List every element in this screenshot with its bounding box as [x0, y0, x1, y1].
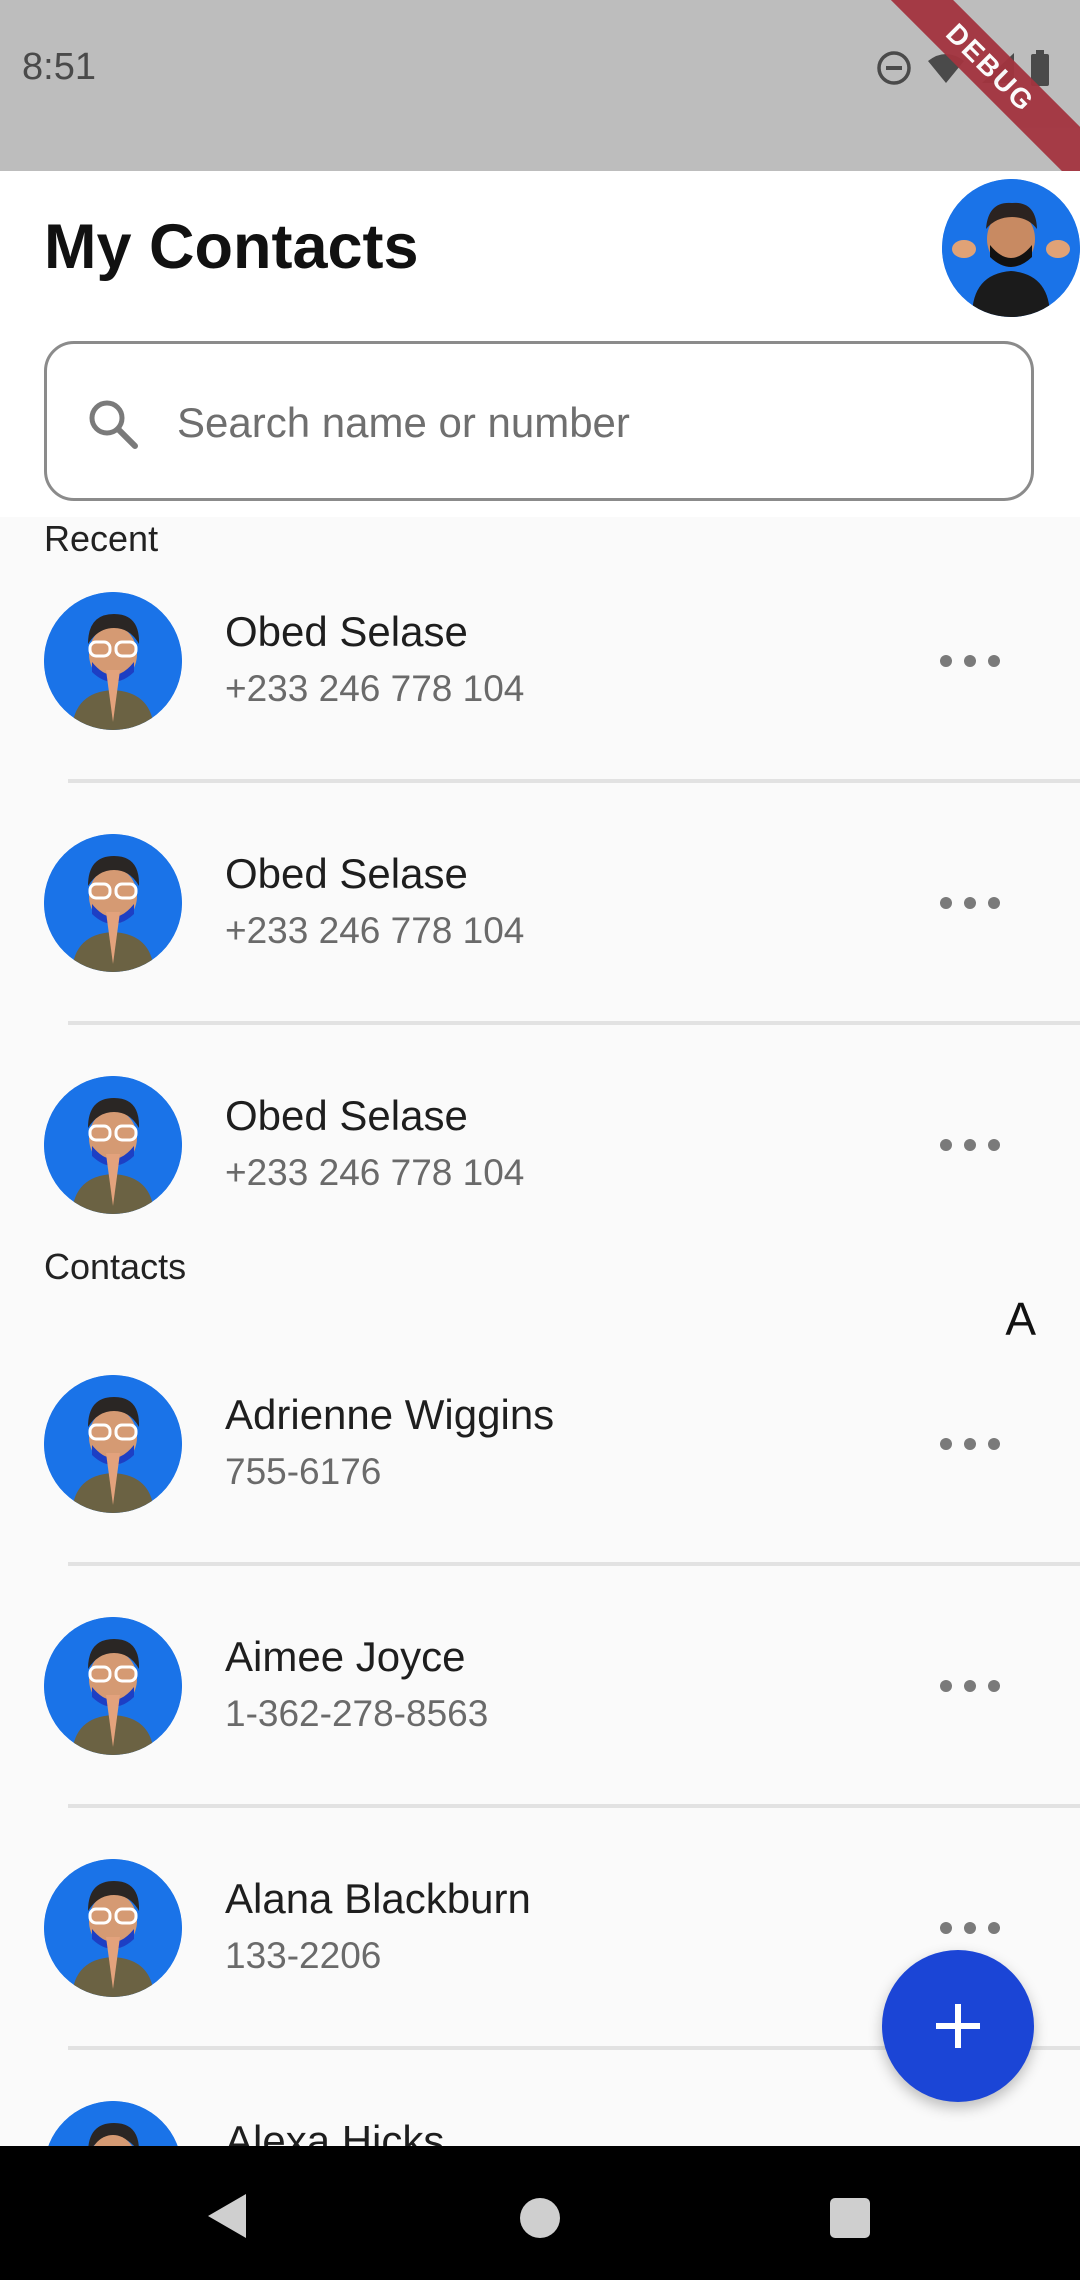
row-divider [68, 779, 1080, 783]
more-options-icon[interactable] [940, 1909, 1000, 1947]
avatar-memoji-icon [44, 1617, 182, 1755]
recent-contact-row[interactable]: Obed Selase +233 246 778 104 [0, 1076, 1080, 1236]
avatar-memoji-icon [44, 1375, 182, 1513]
avatar-memoji-icon [44, 834, 182, 972]
add-contact-button[interactable] [882, 1950, 1034, 2102]
avatar-memoji-icon [44, 1859, 182, 1997]
contact-avatar [44, 1076, 182, 1214]
contact-name: Obed Selase [225, 1092, 468, 1139]
row-divider [68, 1804, 1080, 1808]
debug-banner: DEBUG [868, 0, 1080, 190]
more-options-icon[interactable] [940, 1667, 1000, 1705]
contact-name: Adrienne Wiggins [225, 1391, 555, 1438]
contact-avatar [44, 1859, 182, 1997]
recent-contact-row[interactable]: Obed Selase +233 246 778 104 [0, 834, 1080, 994]
contact-name: Alana Blackburn [225, 1875, 531, 1922]
search-input[interactable] [175, 374, 999, 472]
more-options-icon[interactable] [940, 1126, 1000, 1164]
status-time: 8:51 [22, 46, 96, 88]
more-options-icon[interactable] [940, 642, 1000, 680]
contact-phone: +233 246 778 104 [225, 668, 525, 709]
more-options-icon[interactable] [940, 884, 1000, 922]
contact-name: Obed Selase [225, 850, 468, 897]
page-title: My Contacts [44, 212, 419, 282]
contact-avatar [44, 592, 182, 730]
plus-icon [936, 2004, 980, 2048]
contact-row[interactable]: Aimee Joyce 1-362-278-8563 [0, 1617, 1080, 1777]
contact-avatar [44, 1375, 182, 1513]
system-nav-bar [0, 2146, 1080, 2280]
back-triangle-icon[interactable] [206, 2192, 248, 2240]
recent-contact-row[interactable]: Obed Selase +233 246 778 104 [0, 592, 1080, 752]
more-options-icon[interactable] [940, 1425, 1000, 1463]
contact-phone: +233 246 778 104 [225, 1152, 525, 1193]
search-box[interactable] [44, 341, 1034, 501]
app-header: My Contacts [0, 171, 1080, 517]
contact-phone: +233 246 778 104 [225, 910, 525, 951]
contact-phone: 755-6176 [225, 1451, 382, 1492]
contact-row[interactable]: Adrienne Wiggins 755-6176 [0, 1375, 1080, 1535]
contacts-section-label: Contacts [44, 1246, 187, 1287]
do-not-disturb-icon [877, 51, 911, 85]
row-divider [68, 1562, 1080, 1566]
avatar-memoji-icon [44, 592, 182, 730]
contact-name: Obed Selase [225, 608, 468, 655]
row-divider [68, 1021, 1080, 1025]
profile-avatar[interactable] [942, 179, 1080, 317]
contact-phone: 133-2206 [225, 1935, 382, 1976]
recent-section-label: Recent [44, 518, 159, 559]
contact-avatar [44, 1617, 182, 1755]
status-bar: 8:51 DEBUG [0, 0, 1080, 190]
avatar-memoji-icon [44, 1076, 182, 1214]
avatar-memoji-icon [942, 179, 1080, 317]
alphabet-index-letter: A [1005, 1293, 1036, 1345]
contact-avatar [44, 834, 182, 972]
search-icon [89, 400, 138, 449]
recents-square-icon[interactable] [830, 2198, 870, 2238]
contact-phone: 1-362-278-8563 [225, 1693, 489, 1734]
contact-name: Aimee Joyce [225, 1633, 466, 1680]
home-circle-icon[interactable] [520, 2198, 560, 2238]
